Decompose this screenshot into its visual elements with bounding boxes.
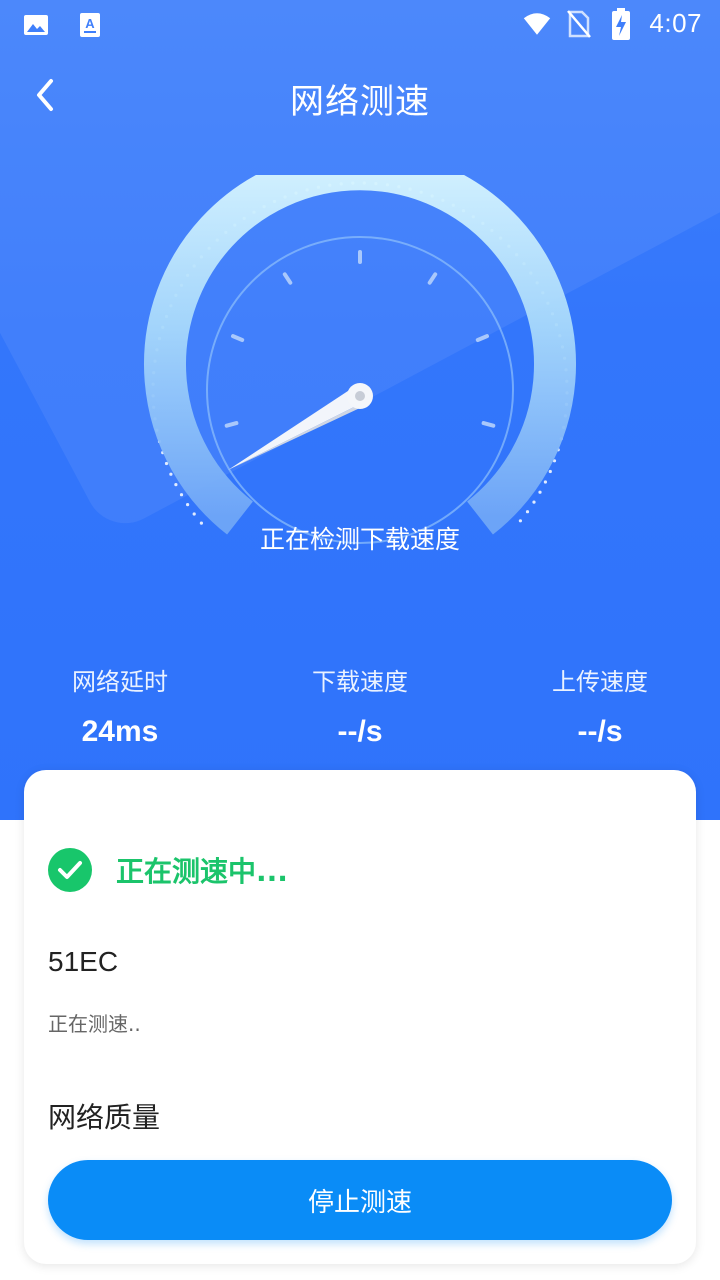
gauge-dot	[179, 493, 184, 497]
upload-label: 上传速度	[552, 668, 648, 696]
latency-stat: 网络延时 24ms	[0, 662, 240, 749]
status-bar: A 4:07	[0, 0, 720, 50]
gauge-dot	[169, 472, 173, 476]
gauge-arc	[144, 175, 576, 535]
battery-charging-icon	[607, 7, 635, 40]
stats-row: 网络延时 24ms 下载速度 --/s 上传速度 --/s	[0, 662, 720, 762]
gauge-dot	[192, 512, 196, 516]
latency-value: 24ms	[81, 715, 159, 748]
svg-text:A: A	[85, 16, 95, 31]
gauge-needle	[228, 383, 373, 470]
stop-test-button[interactable]: 停止测速	[48, 1160, 672, 1240]
gauge-dot	[543, 480, 547, 484]
network-name: 51EC	[48, 946, 119, 977]
network-sub-status: 正在测速..	[48, 1012, 141, 1036]
page-title: 网络测速	[290, 82, 430, 122]
speed-gauge	[144, 175, 576, 544]
download-label: 下载速度	[312, 668, 408, 696]
no-sim-icon	[565, 9, 593, 38]
gauge-dot	[532, 500, 536, 504]
network-quality-title: 网络质量	[48, 1101, 161, 1134]
check-circle-icon	[48, 848, 92, 892]
status-time: 4:07	[649, 8, 702, 38]
upload-stat: 上传速度 --/s	[480, 662, 720, 749]
testing-status-text: 正在测速中...	[116, 855, 288, 888]
gauge-tick	[427, 272, 438, 285]
title-bar: 网络测速	[0, 60, 720, 130]
download-value: --/s	[337, 715, 383, 748]
text-a-icon: A	[76, 11, 104, 39]
gauge-tick	[481, 421, 496, 428]
image-icon	[22, 11, 50, 39]
latency-label: 网络延时	[72, 668, 168, 696]
result-card: 正在测速中... 51EC 正在测速.. 网络质量 停止测速	[24, 770, 696, 1264]
gauge-dot	[538, 490, 542, 494]
download-stat: 下载速度 --/s	[240, 662, 480, 749]
gauge-dot	[186, 503, 190, 507]
speed-test-screen: A 4:07 网络测速 正在检测下载速度 网络延时 24ms 下载速度 --/s…	[0, 0, 720, 1280]
gauge-tick	[224, 421, 239, 428]
testing-status-row: 正在测速中...	[48, 848, 288, 892]
gauge-dot	[548, 469, 552, 474]
gauge-tick	[231, 334, 245, 342]
upload-value: --/s	[577, 715, 623, 748]
wifi-icon	[523, 10, 551, 38]
gauge-dot	[174, 483, 178, 487]
gauge-tick	[475, 334, 489, 342]
gauge-dot	[525, 510, 530, 514]
gauge-tick	[282, 272, 293, 285]
gauge-status-text: 正在检测下载速度	[259, 525, 460, 554]
